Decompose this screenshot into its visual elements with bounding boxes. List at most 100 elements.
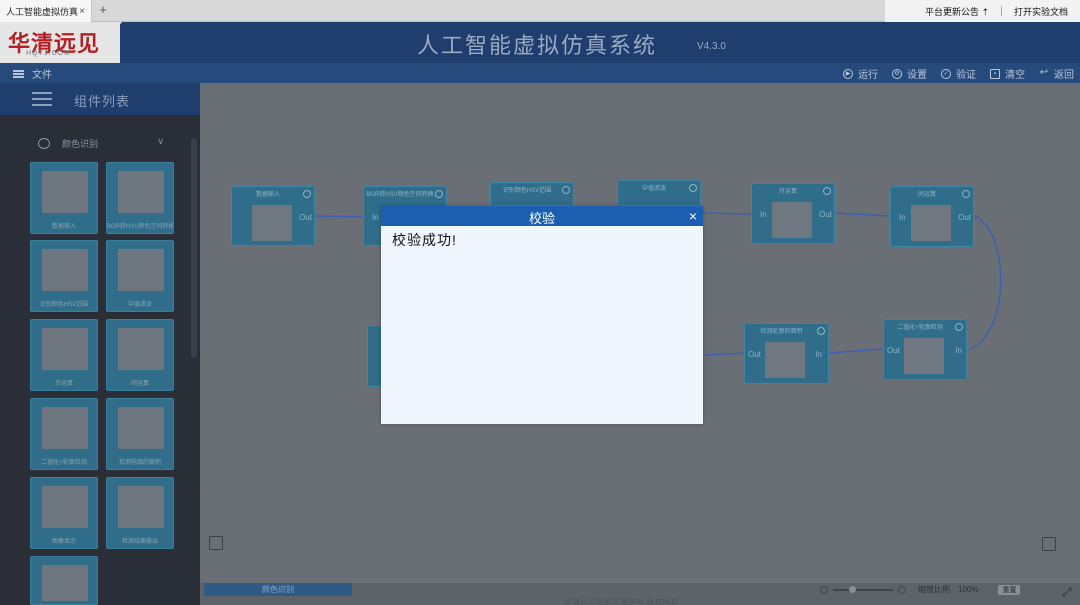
file-menu[interactable]: 文件 [13, 66, 52, 81]
component-item[interactable]: 数据输入 [30, 162, 98, 234]
component-label: 检测结果输出 [121, 539, 158, 545]
component-item[interactable]: 开运算 [30, 319, 98, 391]
verify-icon: ✓ [941, 68, 951, 79]
zoom-in-icon[interactable] [898, 585, 906, 594]
sidebar-scrollbar[interactable] [191, 138, 197, 358]
node-contour-area[interactable]: 检测轮廓的面积 Out In [744, 323, 829, 384]
logo-subtext: HQYJ.COM [26, 50, 71, 57]
node-median-filter[interactable]: 中值滤波 [617, 180, 701, 206]
status-bar: 颜色识别 华清远见智能仿真平台 版权所有 缩放比例 100% 重置 [200, 583, 1080, 605]
clear-button[interactable]: ▪ 清空 [990, 66, 1025, 81]
reset-zoom-button[interactable]: 重置 [998, 584, 1021, 595]
image-thumbnail [42, 486, 88, 528]
close-tab-icon[interactable]: × [79, 6, 85, 17]
browser-tab-strip: 人工智能虚拟仿真 × + 平台更新公告 ⇡ 打开实验文档 [0, 0, 1080, 22]
settings-button[interactable]: ⚙ 设置 [892, 66, 927, 81]
new-tab-button[interactable]: + [96, 2, 110, 18]
component-item[interactable]: 图像显示 [30, 477, 98, 549]
input-port[interactable]: In [815, 350, 822, 359]
version-label: V4.3.0 [697, 41, 726, 52]
image-thumbnail [118, 249, 164, 291]
image-thumbnail [118, 328, 164, 370]
zoom-slider-knob[interactable] [849, 585, 856, 593]
node-close-operation[interactable]: 闭运算 In Out [890, 186, 974, 247]
component-item[interactable] [30, 556, 98, 605]
node-title: 中值滤波 [641, 186, 666, 192]
gear-icon[interactable] [689, 184, 697, 192]
component-label: BGR转HSV颜色空间转换 [107, 224, 173, 230]
node-hsv-range[interactable]: 识别颜色HSV范围 [490, 182, 574, 206]
data-input-icon [252, 205, 292, 241]
status-tab[interactable]: 颜色识别 [204, 583, 352, 596]
input-port[interactable]: In [372, 213, 379, 222]
zoom-slider[interactable] [833, 585, 893, 593]
category-header[interactable]: 颜色识别 ∨ [38, 136, 168, 150]
sidebar-toggle-icon[interactable] [32, 92, 52, 106]
data-input-icon [42, 565, 88, 601]
component-item[interactable]: BGR转HSV颜色空间转换 [106, 162, 174, 234]
gear-icon[interactable] [955, 323, 963, 331]
image-thumbnail [772, 202, 812, 238]
category-label: 颜色识别 [62, 138, 99, 149]
component-label: 检测轮廓的面积 [118, 460, 161, 466]
component-item[interactable]: 检测轮廓的面积 [106, 398, 174, 470]
output-port[interactable]: Out [887, 346, 900, 355]
output-port[interactable]: Out [819, 210, 832, 219]
output-port[interactable]: Out [958, 213, 971, 222]
component-item[interactable]: 中值滤波 [106, 240, 174, 312]
page-title: 人工智能虚拟仿真系统 [417, 33, 658, 58]
open-doc-link[interactable]: 打开实验文档 [1014, 5, 1068, 18]
image-thumbnail [911, 205, 951, 241]
dialog-message: 校验成功! [392, 232, 457, 248]
output-port[interactable]: Out [748, 350, 761, 359]
dialog-title: 校验 [528, 211, 555, 226]
gear-icon[interactable] [823, 187, 831, 195]
close-icon[interactable]: × [689, 208, 697, 224]
verify-label: 验证 [956, 70, 976, 81]
gear-icon[interactable] [817, 327, 825, 335]
back-icon: ↩ [1039, 66, 1049, 78]
input-port[interactable]: In [899, 213, 906, 222]
input-port[interactable]: In [760, 210, 767, 219]
clear-label: 清空 [1005, 70, 1025, 81]
palette-icon [38, 137, 50, 149]
gear-icon[interactable] [962, 190, 970, 198]
component-item[interactable]: 检测结果输出 [106, 477, 174, 549]
node-title: 数据输入 [255, 192, 280, 198]
back-button[interactable]: ↩ 返回 [1039, 66, 1074, 81]
image-thumbnail [118, 171, 164, 213]
run-button[interactable]: ▶ 运行 [843, 66, 878, 81]
update-notice-link[interactable]: 平台更新公告 ⇡ [925, 5, 989, 18]
zoom-out-icon[interactable] [820, 585, 828, 594]
book-icon[interactable] [1042, 537, 1056, 551]
node-data-input[interactable]: 数据输入 Out [231, 186, 315, 246]
node-threshold-contour[interactable]: 二值化+轮廓检测 Out In [883, 319, 967, 380]
save-icon[interactable] [209, 536, 223, 550]
component-item[interactable]: 识别颜色HSV范围 [30, 240, 98, 312]
zoom-value: 100% [958, 585, 979, 594]
component-label: 开运算 [54, 381, 73, 387]
gear-icon[interactable] [562, 186, 570, 194]
clear-icon: ▪ [990, 68, 1000, 79]
sidebar-title: 组件列表 [74, 94, 131, 109]
image-thumbnail [42, 407, 88, 449]
browser-tab[interactable]: 人工智能虚拟仿真 × [0, 0, 92, 22]
gear-icon[interactable] [435, 190, 443, 198]
component-item[interactable]: 闭运算 [106, 319, 174, 391]
fullscreen-icon[interactable]: ⤢ [1062, 585, 1072, 600]
component-label: 数据输入 [51, 224, 76, 230]
node-title: 识别颜色HSV范围 [502, 188, 552, 194]
run-icon: ▶ [843, 68, 853, 79]
gear-icon[interactable] [303, 190, 311, 198]
node-title: 检测轮廓的面积 [760, 329, 803, 335]
input-port[interactable]: In [955, 346, 962, 355]
output-port[interactable]: Out [299, 213, 312, 222]
dialog-header: 校验 × [381, 206, 703, 226]
settings-label: 设置 [907, 70, 927, 81]
component-item[interactable]: 二值化+轮廓检测 [30, 398, 98, 470]
back-label: 返回 [1054, 70, 1074, 81]
arrow-thumbnail-icon [118, 486, 164, 528]
node-title: 开运算 [778, 189, 797, 195]
verify-button[interactable]: ✓ 验证 [941, 66, 976, 81]
node-open-operation[interactable]: 开运算 In Out [751, 183, 835, 244]
